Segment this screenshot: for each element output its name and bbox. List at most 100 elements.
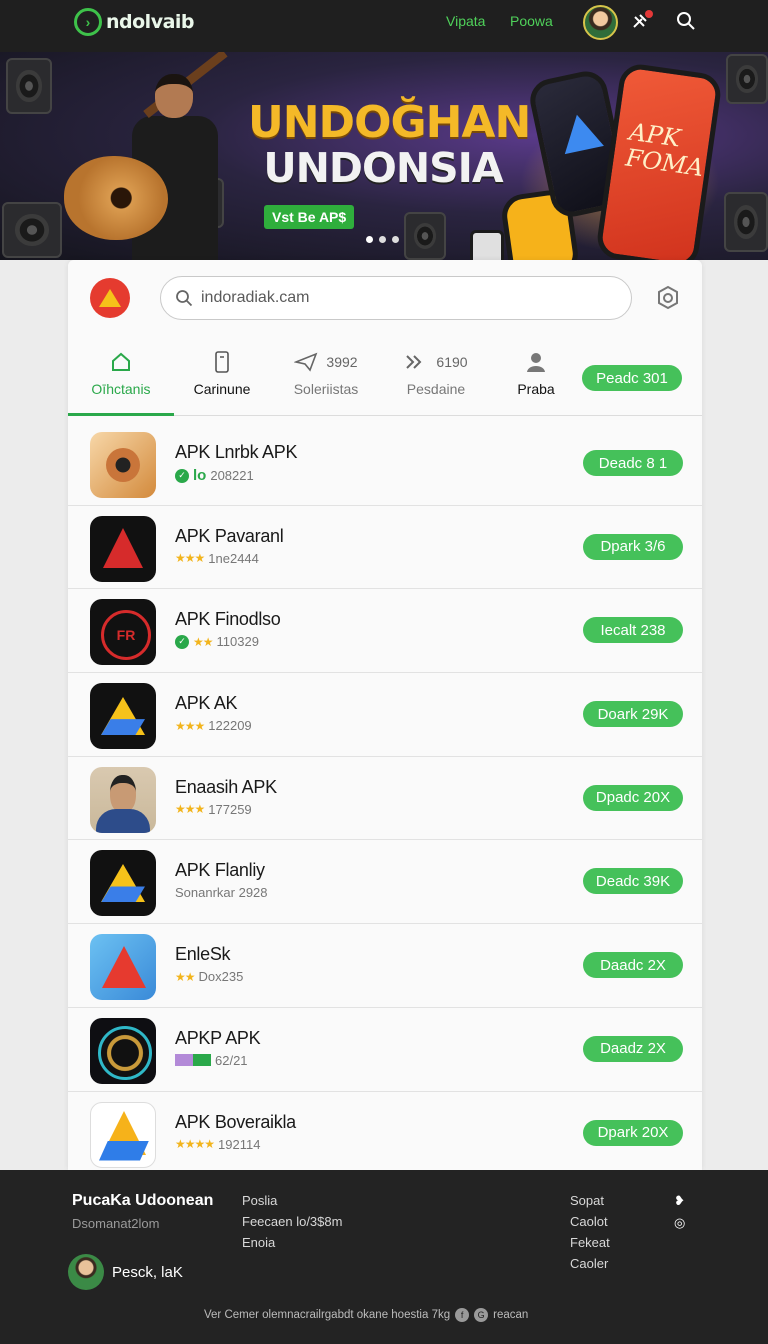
nav-link-vipata[interactable]: Vipata (446, 13, 485, 29)
app-downloads: 208221 (210, 468, 254, 483)
phone-image: APK FOMA (594, 61, 724, 260)
footer-link[interactable]: Feecaen lo/3$8m (242, 1211, 342, 1232)
tab-home[interactable]: Oīhctanis (68, 338, 174, 416)
download-button[interactable]: Daadz 2X (583, 1035, 683, 1062)
app-meta: ✓ lo 208221 (175, 467, 254, 484)
list-item[interactable]: Enaasih APK ★★★ 177259 Dpadc 20X (68, 757, 702, 841)
rating-badge-icon (175, 1054, 211, 1067)
app-downloads: 192114 (218, 1136, 261, 1152)
hero-title-line2: UNDONSIA (263, 144, 503, 192)
app-downloads: Dox235 (198, 969, 244, 985)
settings-icon[interactable] (654, 284, 682, 312)
speaker-image (404, 212, 446, 260)
app-downloads: 1ne2444 (208, 550, 259, 566)
download-button[interactable]: Dpark 3/6 (583, 533, 683, 560)
app-downloads: 110329 (216, 634, 259, 650)
footer-user-name: Pesck, laK (112, 1263, 183, 1281)
carousel-dot[interactable] (379, 236, 386, 243)
footer-title: PucaKa Udoonean (72, 1192, 214, 1209)
list-item[interactable]: APK Pavaranl ★★★ 1ne2444 Dpark 3/6 (68, 506, 702, 590)
app-name: Enaasih APK (175, 776, 277, 797)
footer-links-col1: Poslia Feecaen lo/3$8m Enoia (242, 1190, 342, 1253)
list-item[interactable]: APK Finodlso ✓ ★★ 110329 Iecalt 238 (68, 589, 702, 674)
download-button[interactable]: Dpadc 20X (583, 784, 683, 811)
app-meta: 62/21 (175, 1053, 248, 1068)
tab-count: 6190 (436, 354, 468, 370)
speaker-image (6, 58, 52, 114)
tab-praba[interactable]: Praba (500, 338, 572, 416)
facebook-icon[interactable]: f (455, 1308, 470, 1322)
list-item[interactable]: APK Flanliy Sonanrkar 2928 Deadc 39K (68, 840, 702, 925)
app-meta: ★★ Dox235 (175, 969, 243, 984)
carousel-dot[interactable] (392, 236, 399, 243)
speaker-image (724, 192, 768, 252)
tab-label: Oīhctanis (91, 381, 151, 397)
site-logo[interactable]: › ndolvaib (74, 8, 195, 36)
tab-label: Soleriistas (293, 381, 359, 397)
carousel-dot[interactable] (366, 236, 373, 243)
download-button[interactable]: Doark 29K (583, 701, 683, 728)
instagram-icon[interactable]: ◎ (674, 1212, 685, 1234)
list-item[interactable]: APKP APK 62/21 Daadz 2X (68, 1008, 702, 1092)
search-icon (176, 290, 193, 307)
tools-icon[interactable] (631, 10, 653, 35)
google-icon[interactable]: G (474, 1308, 489, 1322)
app-icon (90, 599, 156, 666)
list-item[interactable]: APK AK ★★★ 122209 Doark 29K (68, 673, 702, 757)
app-name: APK AK (175, 693, 238, 714)
app-badge: lo (193, 467, 207, 484)
tab-pesdaine[interactable]: 6190 Pesdaine (390, 338, 482, 416)
speaker-image (2, 202, 62, 258)
footer-bottom-link[interactable]: reacan (493, 1309, 528, 1321)
search-bar[interactable] (160, 276, 632, 320)
send-icon: 3992 (278, 350, 374, 374)
app-meta: ✓ ★★ 110329 (175, 634, 259, 649)
footer-link[interactable]: Caolot (570, 1211, 610, 1232)
site-footer: PucaKa Udoonean Dsomanat2lom Poslia Feec… (0, 1170, 768, 1344)
star-rating-icon: ★★★★ (175, 1137, 215, 1151)
list-item[interactable]: APK Boveraikla ★★★★ 192114 Dpark 20X (68, 1092, 702, 1171)
app-icon (90, 432, 156, 498)
app-icon (90, 1101, 156, 1168)
hero-banner[interactable]: UNDOĞHAN UNDONSIA Vst Be AP$ APK FOMA (0, 52, 768, 260)
footer-links-col2: Sopat Caolot Fekeat Caoler (570, 1190, 610, 1274)
tab-count: 3992 (326, 354, 358, 370)
download-button[interactable]: Daadc 2X (583, 952, 683, 979)
app-icon (90, 1017, 156, 1084)
footer-bottom: Ver Cemer olemnacrailrgabdt okane hoesti… (204, 1308, 528, 1322)
app-icon (90, 850, 156, 917)
hero-cta-button[interactable]: Vst Be AP$ (264, 205, 355, 229)
logo-text: ndolvaib (106, 11, 195, 33)
tab-label: Praba (517, 381, 555, 397)
user-avatar[interactable] (583, 5, 618, 40)
search-input[interactable] (201, 289, 601, 307)
footer-link[interactable]: Fekeat (570, 1232, 610, 1253)
home-icon (68, 350, 174, 374)
app-icon (90, 934, 156, 1001)
star-rating-icon: ★★★ (175, 551, 205, 566)
search-icon[interactable] (676, 11, 696, 31)
nav-link-poowa[interactable]: Poowa (510, 13, 553, 29)
tab-action-button[interactable]: Peadc 301 (582, 365, 682, 391)
footer-link[interactable]: Enoia (242, 1232, 342, 1253)
download-button[interactable]: Iecalt 238 (583, 617, 683, 644)
footer-link[interactable]: Caoler (570, 1253, 610, 1274)
brand-logo-icon[interactable] (90, 278, 130, 318)
download-button[interactable]: Dpark 20X (583, 1119, 683, 1146)
avatar (68, 1254, 104, 1290)
footer-user[interactable]: Pesck, laK (68, 1254, 183, 1290)
hero-title: UNDOĞHAN UNDONSIA (248, 100, 531, 192)
footer-link[interactable]: Poslia (242, 1190, 342, 1211)
star-rating-icon: ★★ (193, 634, 213, 649)
tab-soleriistas[interactable]: 3992 Soleriistas (278, 338, 374, 416)
list-item[interactable]: APK Lnrbk APK ✓ lo 208221 Deadc 8 1 (68, 422, 702, 506)
download-button[interactable]: Deadc 39K (583, 868, 683, 895)
tab-carinune[interactable]: Carinune (180, 338, 264, 416)
footer-link[interactable]: Sopat (570, 1190, 610, 1211)
twitter-icon[interactable]: ❥ (674, 1190, 685, 1212)
phone-screen-text: APK FOMA (623, 117, 706, 183)
list-item[interactable]: EnleSk ★★ Dox235 Daadc 2X (68, 924, 702, 1008)
app-name: APK Lnrbk APK (175, 442, 298, 462)
app-name: APK Flanliy (175, 860, 265, 881)
download-button[interactable]: Deadc 8 1 (583, 450, 683, 476)
